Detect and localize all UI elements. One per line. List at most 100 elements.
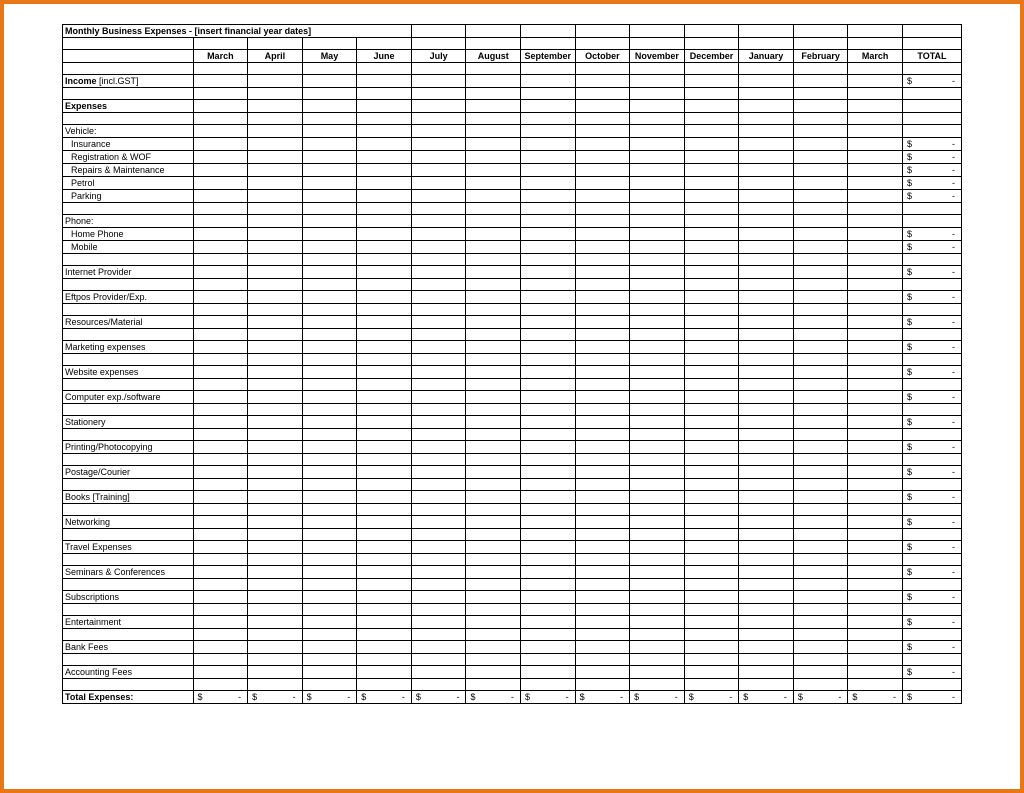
empty-cell xyxy=(739,88,794,100)
empty-cell xyxy=(575,304,630,316)
empty-cell xyxy=(357,529,412,541)
expense-total: $- xyxy=(902,666,961,679)
empty-cell xyxy=(684,541,739,554)
empty-cell xyxy=(193,63,248,75)
empty-cell xyxy=(521,654,576,666)
month-header: March xyxy=(848,50,903,63)
empty-cell xyxy=(739,391,794,404)
empty-cell xyxy=(793,404,848,416)
empty-cell xyxy=(411,164,466,177)
expense-row xyxy=(63,203,962,215)
empty-cell xyxy=(521,125,576,138)
empty-cell xyxy=(193,579,248,591)
empty-cell xyxy=(248,566,303,579)
empty-cell xyxy=(466,138,521,151)
expense-row xyxy=(63,279,962,291)
empty-cell xyxy=(248,113,303,125)
empty-cell xyxy=(902,113,961,125)
expense-total: $- xyxy=(902,241,961,254)
empty-cell xyxy=(357,164,412,177)
empty-cell xyxy=(793,466,848,479)
empty-cell xyxy=(575,579,630,591)
expense-label: Vehicle: xyxy=(63,125,194,138)
empty-cell xyxy=(684,554,739,566)
month-total: $- xyxy=(193,691,248,704)
empty-cell xyxy=(630,529,685,541)
empty-cell xyxy=(411,541,466,554)
empty-cell xyxy=(848,516,903,529)
expense-row xyxy=(63,354,962,366)
empty-cell xyxy=(739,429,794,441)
empty-cell xyxy=(248,354,303,366)
expense-label: Website expenses xyxy=(63,366,194,379)
empty-cell xyxy=(521,341,576,354)
empty-cell xyxy=(575,479,630,491)
empty-cell xyxy=(63,479,194,491)
empty-cell xyxy=(575,113,630,125)
empty-cell xyxy=(466,63,521,75)
empty-cell xyxy=(63,504,194,516)
empty-cell xyxy=(739,38,794,50)
expense-label: Bank Fees xyxy=(63,641,194,654)
empty-cell xyxy=(848,266,903,279)
empty-cell xyxy=(848,654,903,666)
empty-cell xyxy=(466,379,521,391)
empty-cell xyxy=(630,151,685,164)
empty-cell xyxy=(193,679,248,691)
empty-cell xyxy=(575,100,630,113)
empty-cell xyxy=(466,341,521,354)
empty-cell xyxy=(411,629,466,641)
empty-cell xyxy=(357,266,412,279)
empty-cell xyxy=(630,404,685,416)
empty-cell xyxy=(411,75,466,88)
empty-cell xyxy=(793,454,848,466)
expense-label: Postage/Courier xyxy=(63,466,194,479)
empty-cell xyxy=(739,341,794,354)
empty-cell xyxy=(575,466,630,479)
empty-cell xyxy=(466,329,521,341)
expense-label: Subscriptions xyxy=(63,591,194,604)
expense-row: Phone: xyxy=(63,215,962,228)
empty-cell xyxy=(302,113,357,125)
empty-cell xyxy=(466,391,521,404)
empty-cell xyxy=(193,379,248,391)
empty-cell xyxy=(193,441,248,454)
empty-cell xyxy=(302,366,357,379)
empty-cell xyxy=(630,479,685,491)
empty-cell xyxy=(575,566,630,579)
empty-cell xyxy=(575,516,630,529)
empty-cell xyxy=(521,404,576,416)
empty-cell xyxy=(302,75,357,88)
empty-cell xyxy=(630,203,685,215)
empty-cell xyxy=(793,88,848,100)
empty-cell xyxy=(793,38,848,50)
empty-cell xyxy=(521,254,576,266)
empty-cell xyxy=(466,554,521,566)
empty-cell xyxy=(248,266,303,279)
empty-cell xyxy=(848,113,903,125)
empty-cell xyxy=(193,654,248,666)
expense-row xyxy=(63,629,962,641)
empty-cell xyxy=(411,354,466,366)
empty-cell xyxy=(630,354,685,366)
empty-cell xyxy=(466,177,521,190)
month-total: $- xyxy=(848,691,903,704)
empty-cell xyxy=(684,479,739,491)
empty-cell xyxy=(521,241,576,254)
blank-row xyxy=(63,113,962,125)
empty-cell xyxy=(248,75,303,88)
empty-cell xyxy=(630,279,685,291)
empty-cell xyxy=(575,591,630,604)
empty-cell xyxy=(575,666,630,679)
empty-cell xyxy=(521,354,576,366)
empty-cell xyxy=(357,541,412,554)
empty-cell xyxy=(684,366,739,379)
expense-label: Mobile xyxy=(63,241,194,254)
expense-total: $- xyxy=(902,466,961,479)
empty-cell xyxy=(466,504,521,516)
empty-cell xyxy=(248,554,303,566)
empty-cell xyxy=(684,679,739,691)
expense-row: Internet Provider$- xyxy=(63,266,962,279)
empty-cell xyxy=(575,404,630,416)
empty-cell xyxy=(357,113,412,125)
